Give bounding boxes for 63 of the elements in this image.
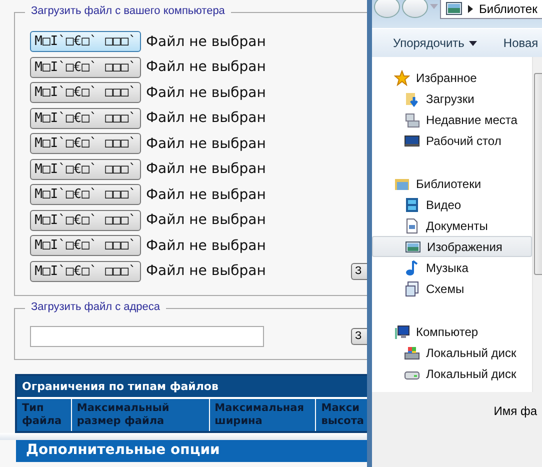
nav-item[interactable]: Компьютер: [372, 321, 532, 342]
nav-item[interactable]: Библиотеки: [372, 173, 532, 194]
folder-download-icon: [404, 90, 420, 106]
nav-item[interactable]: Схемы: [372, 278, 532, 299]
toolbar-button[interactable]: Упорядочить: [393, 36, 478, 50]
document-icon: [404, 218, 420, 234]
recent-places-icon: [404, 112, 420, 128]
music-note-icon: [404, 260, 420, 276]
options-bar[interactable]: Дополнительные опции: [16, 440, 370, 462]
nav-item[interactable]: Рабочий стол: [372, 130, 532, 151]
column-header: Максимальный размер файла: [72, 399, 210, 431]
column-header: Тип файла: [17, 399, 72, 431]
column-header: Макси высота: [320, 401, 365, 429]
nav-item[interactable]: Локальный диск: [372, 363, 532, 384]
nav-item[interactable]: Недавние места: [372, 109, 532, 130]
back-button[interactable]: [374, 0, 400, 18]
fieldset-legend: Загрузить файл с вашего компьютера: [25, 5, 231, 17]
forward-button[interactable]: [402, 0, 428, 18]
file-status: Файл не выбран: [146, 136, 266, 152]
computer-icon: [394, 324, 410, 340]
star-icon: [394, 70, 410, 86]
table-title: Ограничения по типам файлов: [17, 376, 370, 399]
choose-file-button[interactable]: M□I`□€□` □□□`: [30, 184, 141, 206]
file-status: Файл не выбран: [146, 186, 266, 203]
chevron-icon: [468, 4, 473, 12]
documents-icon: [404, 280, 420, 296]
file-status: Файл не выбран: [146, 212, 266, 228]
address-bar[interactable]: Библиотек: [440, 0, 542, 19]
picture-icon: [446, 2, 462, 15]
file-status: Файл не выбран: [146, 34, 266, 50]
url-input-field[interactable]: [30, 326, 264, 346]
disk-icon: [404, 344, 420, 360]
file-name-label: Имя фа: [494, 404, 537, 420]
choose-file-button[interactable]: M□I`□€□` □□□`: [30, 158, 141, 180]
desktop-icon: [404, 132, 420, 148]
file-status: Файл не выбран: [146, 238, 266, 254]
column-header: Максимальная ширина: [210, 399, 316, 431]
nav-item[interactable]: Изображения: [372, 236, 532, 257]
choose-file-button[interactable]: M□I`□€□` □□□`: [30, 108, 141, 129]
picture-icon: [405, 238, 421, 254]
choose-file-button[interactable]: M□I`□€□` □□□`: [30, 260, 141, 282]
choose-file-button[interactable]: M□I`□€□` □□□`: [30, 56, 141, 78]
fieldset-legend: Загрузить файл с адреса: [25, 301, 166, 313]
breadcrumb[interactable]: Библиотек: [479, 2, 538, 16]
choose-file-button[interactable]: M□I`□€□` □□□`: [30, 210, 141, 231]
choose-file-button[interactable]: M□I`□€□` □□□`: [30, 31, 141, 52]
nav-item[interactable]: Локальный диск: [372, 342, 532, 363]
nav-item[interactable]: Документы: [372, 215, 532, 236]
caret-icon: [469, 40, 478, 46]
film-icon: [404, 196, 420, 212]
nav-item[interactable]: Музыка: [372, 257, 532, 278]
choose-file-button[interactable]: M□I`□€□` □□□`: [30, 82, 141, 104]
file-status: Файл не выбран: [146, 84, 266, 101]
nav-item[interactable]: Видео: [372, 194, 532, 215]
nav-item[interactable]: Избранное: [372, 67, 532, 88]
file-status: Файл не выбран: [146, 59, 266, 76]
choose-file-button[interactable]: M□I`□€□` □□□`: [30, 235, 141, 256]
nav-item[interactable]: Загрузки: [372, 88, 532, 109]
choose-file-button[interactable]: M□I`□€□` □□□`: [30, 133, 141, 154]
file-status: Файл не выбран: [146, 263, 266, 280]
file-status: Файл не выбран: [146, 161, 266, 178]
file-status: Файл не выбран: [146, 110, 266, 126]
toolbar-button[interactable]: Новая: [503, 36, 538, 50]
